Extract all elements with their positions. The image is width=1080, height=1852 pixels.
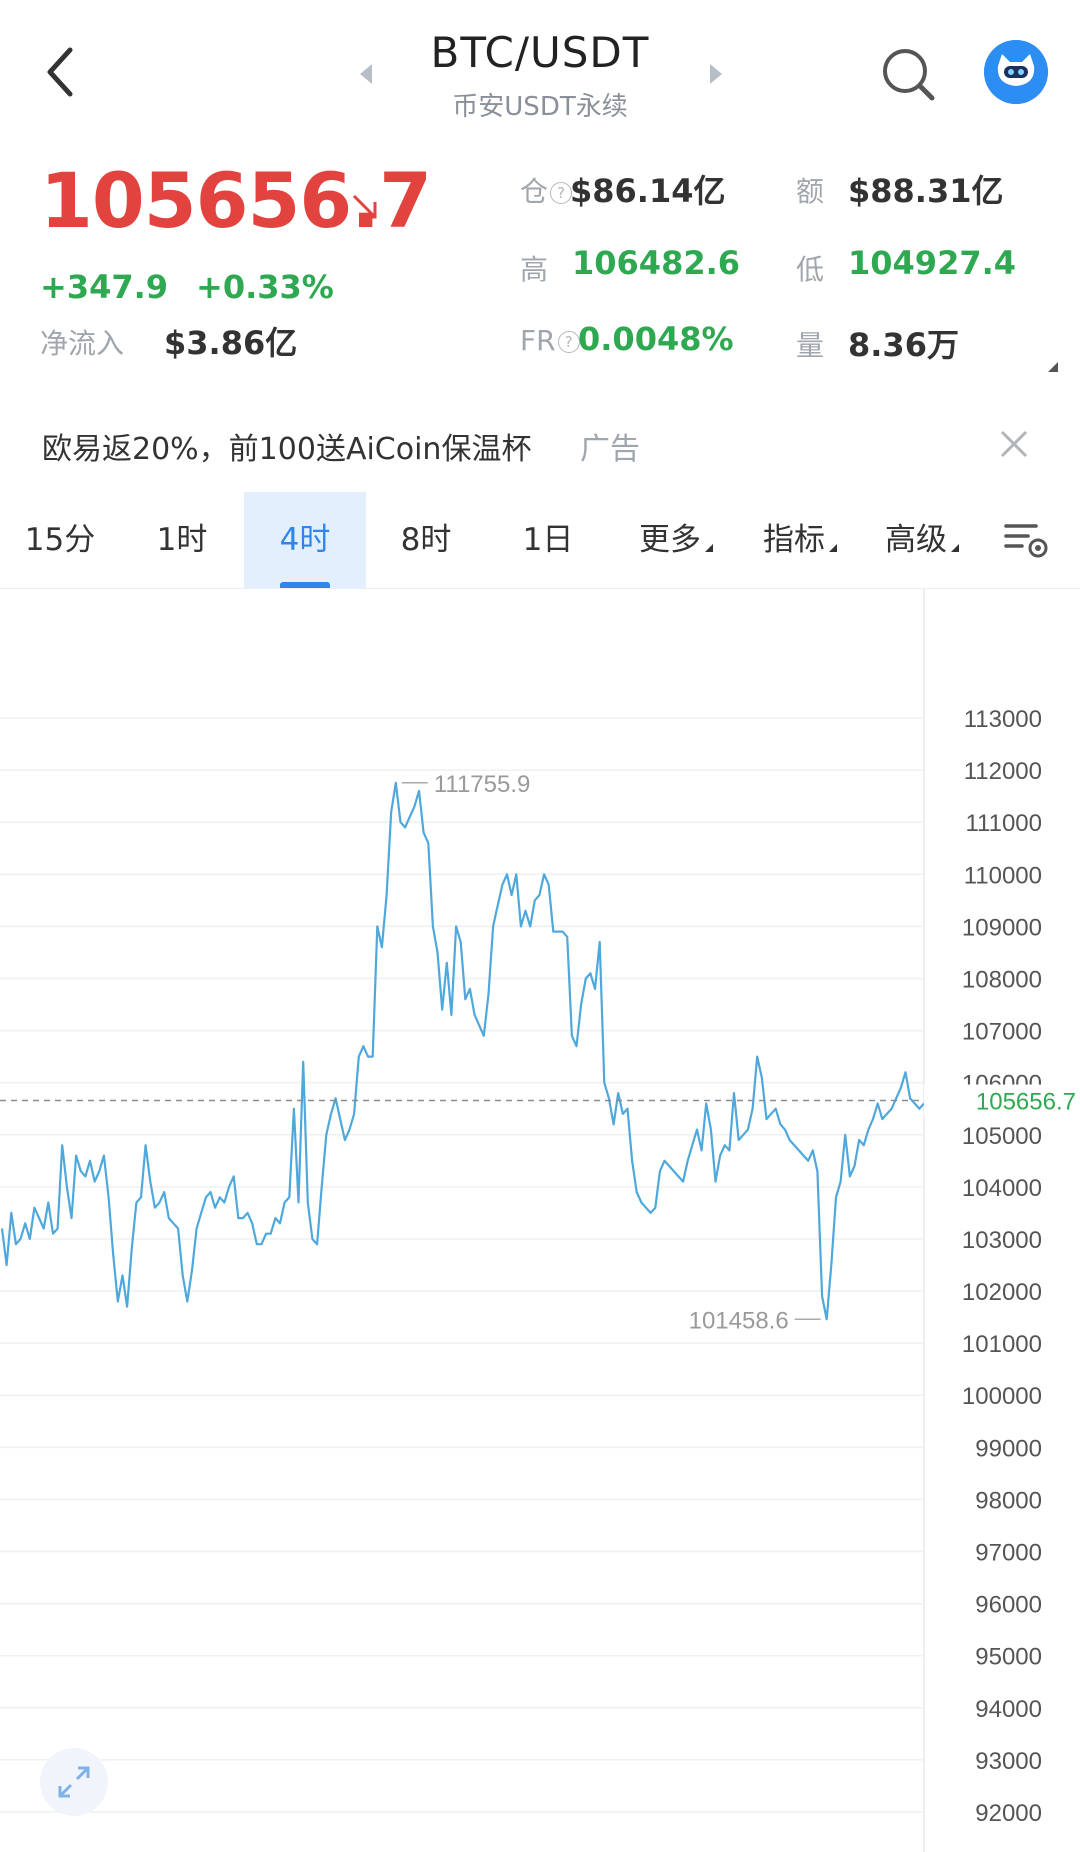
y-tick-label: 95000: [975, 1644, 1042, 1671]
price-down-arrow-icon: [352, 194, 377, 219]
tab-indicators[interactable]: 指标: [744, 492, 856, 588]
help-icon[interactable]: ?: [550, 182, 573, 204]
tab-more[interactable]: 更多: [620, 492, 732, 588]
volume-value: 8.36万: [848, 326, 959, 364]
y-tick-label: 111000: [965, 810, 1042, 837]
search-icon[interactable]: [880, 46, 938, 104]
y-tick-label: 113000: [964, 706, 1042, 733]
y-tick-label: 104000: [962, 1175, 1042, 1202]
open-interest-value: $86.14亿: [570, 172, 726, 210]
y-tick-label: 98000: [975, 1487, 1042, 1514]
expand-corner-icon[interactable]: [1048, 362, 1058, 372]
y-tick-label: 102000: [962, 1279, 1042, 1306]
high-label: 高: [520, 253, 549, 286]
funding-rate-value: 0.0048%: [578, 320, 734, 358]
y-tick-label: 96000: [975, 1592, 1042, 1619]
tab-15min[interactable]: 15分: [0, 492, 120, 588]
turnover-label: 额: [796, 175, 825, 208]
tab-8h[interactable]: 8时: [366, 492, 486, 588]
close-icon[interactable]: [998, 428, 1030, 460]
min-price-label: 101458.6: [689, 1307, 789, 1334]
y-tick-label: 109000: [962, 914, 1042, 941]
open-interest-label[interactable]: 仓?: [520, 170, 573, 210]
volume-label: 量: [796, 329, 825, 362]
price-line-chart[interactable]: 113000 112000 111000 110000 109000 108000 1070…: [0, 588, 1080, 1852]
current-price-label: 105656.7: [976, 1089, 1076, 1116]
y-tick-label: 94000: [975, 1696, 1042, 1723]
y-tick-label: 108000: [962, 966, 1042, 993]
tab-4h[interactable]: 4时: [244, 492, 366, 588]
y-tick-label: 93000: [975, 1748, 1042, 1775]
tab-advanced[interactable]: 高级: [866, 492, 978, 588]
max-price-label: 111755.9: [434, 771, 531, 798]
avatar-icon[interactable]: [984, 40, 1048, 104]
y-tick-label: 105000: [962, 1123, 1042, 1150]
low-value: 104927.4: [848, 244, 1017, 282]
high-value: 106482.6: [572, 244, 741, 282]
fullscreen-button[interactable]: [40, 1748, 108, 1816]
y-tick-label: 99000: [975, 1435, 1042, 1462]
expand-icon: [58, 1766, 90, 1798]
y-tick-label: 110000: [964, 862, 1042, 889]
ad-banner-text[interactable]: 欧易返20%，前100送AiCoin保温杯: [42, 424, 531, 468]
help-icon[interactable]: ?: [557, 331, 580, 353]
y-tick-label: 101000: [962, 1331, 1042, 1358]
ad-tag: 广告: [580, 432, 640, 467]
y-tick-label: 112000: [964, 758, 1042, 785]
y-tick-label: 92000: [975, 1800, 1042, 1827]
y-tick-label: 97000: [975, 1540, 1042, 1567]
price-change-pct: +0.33%: [196, 268, 334, 306]
y-tick-label: 107000: [962, 1019, 1042, 1046]
y-tick-label: 103000: [962, 1227, 1042, 1254]
turnover-value: $88.31亿: [848, 172, 1004, 210]
tab-1d[interactable]: 1日: [488, 492, 608, 588]
chart-settings-icon[interactable]: [1002, 520, 1050, 560]
net-inflow-label: 净流入: [40, 327, 125, 360]
low-label: 低: [796, 253, 825, 286]
price-change: +347.9: [40, 268, 169, 306]
tab-1h[interactable]: 1时: [122, 492, 242, 588]
next-arrow-icon[interactable]: [702, 56, 730, 92]
y-tick-label: 100000: [962, 1383, 1042, 1410]
funding-rate-label[interactable]: FR?: [520, 324, 580, 357]
net-inflow-value: $3.86亿: [164, 324, 298, 362]
interval-tabs: 15分 1时 4时 8时 1日 更多 指标 高级: [0, 492, 1080, 589]
